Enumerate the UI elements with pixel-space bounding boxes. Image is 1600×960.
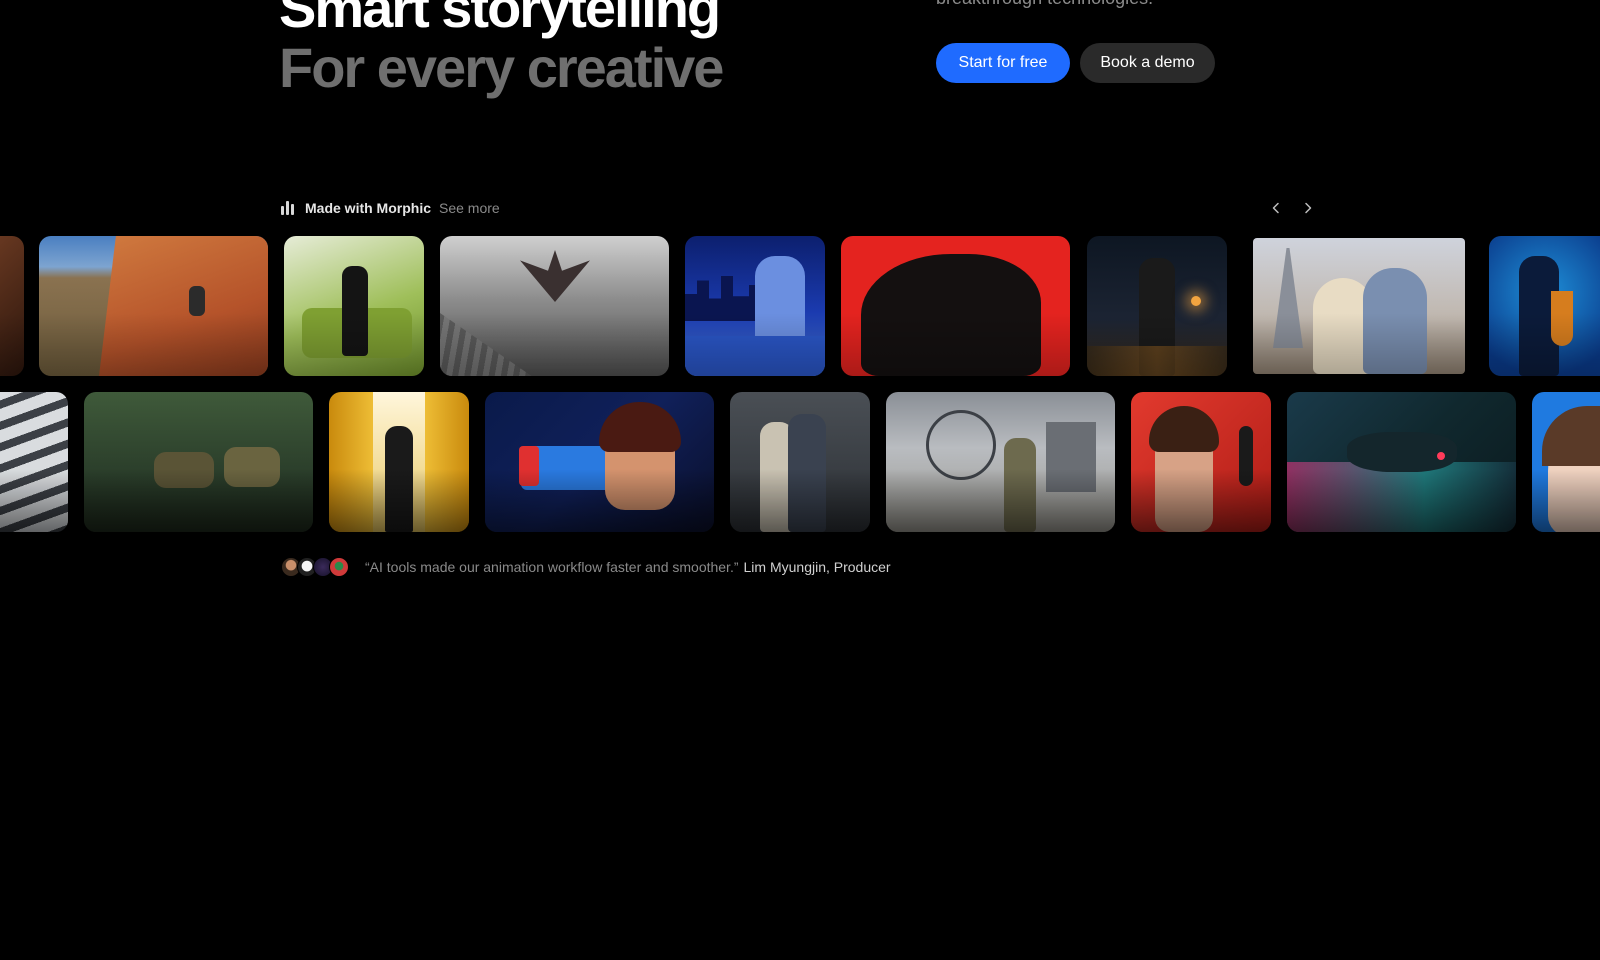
tile-woman-green-sofa[interactable] [284, 236, 424, 376]
start-for-free-button[interactable]: Start for free [936, 43, 1070, 83]
tile-black-tiger-red[interactable] [841, 236, 1070, 376]
tile-soldier-ferris-wheel[interactable] [886, 392, 1115, 532]
hero-title-line2: For every creative [279, 36, 724, 99]
landing-page: Smart storytelling For every creative br… [0, 0, 1600, 960]
testimonial: “AI tools made our animation workflow fa… [281, 556, 891, 578]
tile-woman-yellow-hall[interactable] [329, 392, 469, 532]
tile-rock-climber[interactable] [39, 236, 268, 376]
tile-neon-spaceships[interactable] [1287, 392, 1516, 532]
tile-man-rainy-street[interactable] [1087, 236, 1227, 376]
testimonial-quote: “AI tools made our animation workflow fa… [365, 559, 739, 575]
see-more-link[interactable]: See more [439, 200, 500, 216]
gallery-next-button[interactable] [1296, 196, 1320, 220]
tile-woman-microphone[interactable] [1131, 392, 1271, 532]
waveform-bars-icon [281, 201, 295, 215]
book-a-demo-button[interactable]: Book a demo [1080, 43, 1215, 83]
gallery-title: Made with Morphic [305, 200, 431, 216]
gallery-prev-button[interactable] [1264, 196, 1288, 220]
hero-title-line1: Smart storytelling [279, 0, 721, 39]
chevron-left-icon [1272, 202, 1279, 214]
tile-couple-eiffel-tower[interactable] [1253, 238, 1465, 374]
avatar [329, 557, 349, 577]
tile-anime-girl-window[interactable] [685, 236, 825, 376]
tile-couple-alley[interactable] [730, 392, 870, 532]
tile-building-facade[interactable] [0, 392, 68, 532]
tile-saxophone-player[interactable] [1489, 236, 1600, 376]
tile-woman-blue-circle[interactable] [1532, 392, 1600, 532]
tile-woman-red-gun[interactable] [485, 392, 714, 532]
hero-subtitle: breakthrough technologies. [936, 0, 1153, 9]
testimonial-author: Lim Myungjin, Producer [743, 559, 891, 575]
tile-abstract-rock[interactable] [0, 236, 24, 376]
tile-dragon-over-roofs[interactable] [440, 236, 669, 376]
gallery-header: Made with Morphic See more [281, 198, 500, 218]
chevron-right-icon [1305, 202, 1312, 214]
tile-soldiers-jungle[interactable] [84, 392, 313, 532]
avatar-group [281, 557, 349, 577]
